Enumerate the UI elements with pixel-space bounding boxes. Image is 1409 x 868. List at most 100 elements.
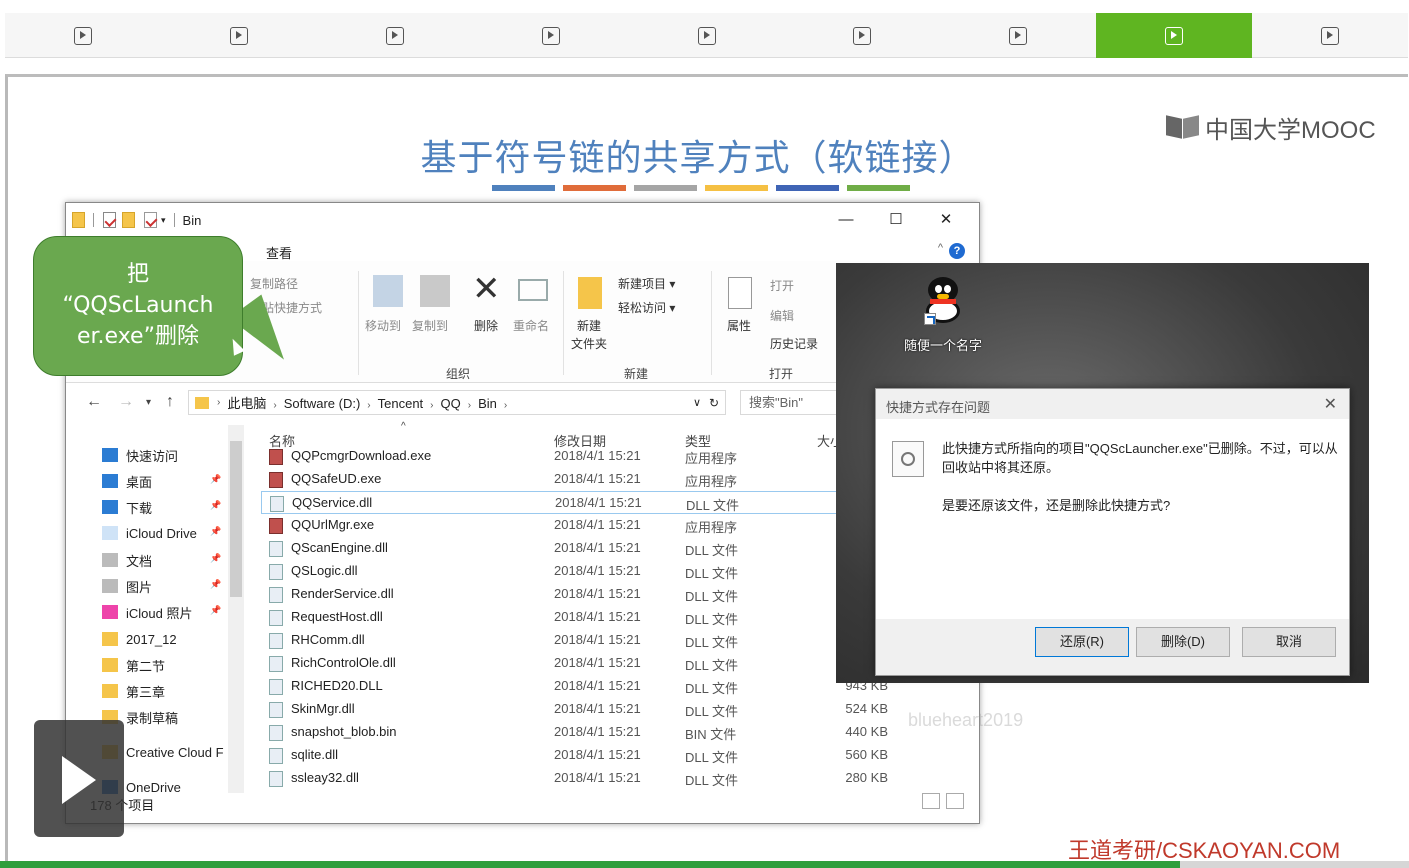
file-type: DLL 文件 bbox=[685, 566, 738, 581]
nav-item[interactable]: iCloud 照片 bbox=[102, 601, 192, 623]
breadcrumb-item[interactable]: 此电脑 bbox=[227, 396, 266, 411]
address-bar[interactable]: › 此电脑 › Software (D:) › Tencent › QQ › Bin › ∨ ↻ bbox=[188, 390, 726, 415]
view-icon[interactable] bbox=[144, 212, 157, 228]
rename-button[interactable]: 重命名 bbox=[513, 317, 549, 334]
nav-item[interactable]: 快速访问 bbox=[102, 444, 178, 466]
title-bar-1 bbox=[492, 185, 555, 191]
progress-bar-played[interactable] bbox=[0, 861, 1180, 868]
nav-item[interactable]: 第三章 bbox=[102, 680, 165, 702]
breadcrumb-chevron-icon[interactable]: › bbox=[430, 400, 433, 411]
lesson-tab-2[interactable] bbox=[161, 13, 317, 58]
file-date: 2018/4/1 15:21 bbox=[554, 770, 641, 785]
new-folder-button-line1[interactable]: 新建 bbox=[577, 317, 601, 334]
breadcrumb-item[interactable]: Bin bbox=[478, 396, 497, 411]
lesson-tab-3[interactable] bbox=[317, 13, 473, 58]
delete-shortcut-button[interactable]: 删除(D) bbox=[1136, 627, 1230, 657]
nav-item-icon bbox=[102, 526, 118, 540]
file-size: 560 KB bbox=[845, 747, 888, 762]
nav-item[interactable]: 文档 bbox=[102, 549, 152, 571]
qq-shortcut-label[interactable]: 随便一个名字 bbox=[904, 335, 982, 354]
lesson-tab-5[interactable] bbox=[629, 13, 785, 58]
dialog-close-icon[interactable]: ✕ bbox=[1324, 394, 1337, 414]
lesson-tab-8[interactable] bbox=[1096, 13, 1253, 58]
history-button[interactable]: 历史记录 bbox=[770, 335, 818, 352]
nav-item[interactable]: 桌面 bbox=[102, 470, 152, 492]
nav-item[interactable]: 图片 bbox=[102, 575, 152, 597]
nav-item-label: 桌面 bbox=[126, 474, 153, 490]
minimize-button[interactable]: — bbox=[823, 207, 869, 233]
large-icons-view-icon[interactable] bbox=[946, 793, 964, 809]
breadcrumb-item[interactable]: QQ bbox=[441, 396, 461, 411]
properties-icon[interactable] bbox=[103, 212, 116, 228]
dll-file-icon bbox=[269, 610, 283, 626]
quick-access-dropdown-icon[interactable]: ▾ bbox=[161, 215, 166, 226]
easy-access-button[interactable]: 轻松访问 ▾ bbox=[618, 299, 675, 316]
nav-item-label: iCloud 照片 bbox=[126, 605, 193, 621]
new-item-button[interactable]: 新建项目 ▾ bbox=[618, 275, 675, 292]
breadcrumb-item[interactable]: Software (D:) bbox=[284, 396, 361, 411]
recent-dropdown-icon[interactable]: ▾ bbox=[146, 397, 151, 408]
nav-item-label: 第二节 bbox=[126, 658, 166, 674]
nav-item[interactable]: 下载 bbox=[102, 496, 152, 518]
file-name: RenderService.dll bbox=[291, 586, 394, 601]
pin-icon: 📌 bbox=[210, 553, 222, 563]
copy-to-button[interactable]: 复制到 bbox=[412, 317, 448, 334]
breadcrumb-chevron-icon[interactable]: › bbox=[504, 400, 507, 411]
details-view-icon[interactable] bbox=[922, 793, 940, 809]
lesson-tab-6[interactable] bbox=[784, 13, 940, 58]
file-date: 2018/4/1 15:21 bbox=[554, 655, 641, 670]
nav-item[interactable]: 第二节 bbox=[102, 654, 165, 676]
qq-shortcut-icon[interactable] bbox=[924, 277, 962, 325]
restore-button[interactable]: 还原(R) bbox=[1035, 627, 1129, 657]
table-row[interactable]: SkinMgr.dll 2018/4/1 15:21 DLL 文件 524 KB bbox=[261, 698, 979, 721]
table-row[interactable]: sqlite.dll 2018/4/1 15:21 DLL 文件 560 KB bbox=[261, 744, 979, 767]
easy-access-label: 轻松访问 bbox=[618, 301, 667, 315]
sort-indicator-icon: ^ bbox=[401, 421, 406, 432]
nav-item-label: OneDrive bbox=[126, 779, 181, 795]
up-arrow-icon[interactable]: ↑ bbox=[166, 393, 174, 411]
dll-file-icon bbox=[269, 564, 283, 580]
nav-item[interactable]: 2017_12 bbox=[102, 628, 177, 650]
collapse-ribbon-icon[interactable]: ^ bbox=[938, 242, 943, 254]
move-to-button[interactable]: 移动到 bbox=[365, 317, 401, 334]
table-row[interactable]: ssleay32.dll 2018/4/1 15:21 DLL 文件 280 KB bbox=[261, 767, 979, 790]
refresh-icon[interactable]: ↻ bbox=[709, 396, 719, 410]
file-type: BIN 文件 bbox=[685, 727, 737, 742]
breadcrumb-chevron-icon[interactable]: › bbox=[367, 400, 370, 411]
maximize-button[interactable]: ☐ bbox=[873, 207, 919, 233]
delete-button[interactable]: 删除 bbox=[474, 317, 498, 334]
file-name: SkinMgr.dll bbox=[291, 701, 355, 716]
file-type: DLL 文件 bbox=[685, 773, 738, 788]
nav-item[interactable]: iCloud Drive bbox=[102, 522, 197, 544]
cancel-button[interactable]: 取消 bbox=[1242, 627, 1336, 657]
table-row[interactable]: snapshot_blob.bin 2018/4/1 15:21 BIN 文件 440… bbox=[261, 721, 979, 744]
new-folder-button-line2[interactable]: 文件夹 bbox=[571, 335, 607, 352]
lesson-tab-7[interactable] bbox=[940, 13, 1096, 58]
copy-path-button[interactable]: 复制路径 bbox=[250, 275, 298, 292]
callout-line3: er.exe”删除 bbox=[77, 324, 199, 349]
file-type: DLL 文件 bbox=[685, 543, 738, 558]
new-folder-icon[interactable] bbox=[122, 212, 135, 228]
open-button[interactable]: 打开 bbox=[770, 277, 794, 294]
tab-view[interactable]: 查看 bbox=[266, 243, 292, 262]
lesson-tab-4[interactable] bbox=[473, 13, 629, 58]
lesson-tab-9[interactable] bbox=[1252, 13, 1408, 58]
progress-bar-remaining[interactable] bbox=[1180, 861, 1409, 868]
help-icon[interactable]: ? bbox=[949, 243, 965, 259]
close-button[interactable]: ✕ bbox=[923, 207, 969, 233]
breadcrumb-chevron-icon[interactable]: › bbox=[468, 400, 471, 411]
nav-scroll-thumb[interactable] bbox=[230, 441, 242, 597]
title-bar-5 bbox=[776, 185, 839, 191]
play-button-icon[interactable] bbox=[34, 720, 124, 837]
file-date: 2018/4/1 15:21 bbox=[554, 586, 641, 601]
address-dropdown-icon[interactable]: ∨ bbox=[693, 396, 701, 409]
forward-arrow-icon[interactable]: → bbox=[118, 393, 134, 411]
lesson-tab-1[interactable] bbox=[5, 13, 161, 58]
exe-file-icon bbox=[269, 472, 283, 488]
group-organize-label: 组织 bbox=[446, 367, 471, 381]
breadcrumb-item[interactable]: Tencent bbox=[378, 396, 424, 411]
properties-button[interactable]: 属性 bbox=[727, 317, 751, 334]
back-arrow-icon[interactable]: ← bbox=[86, 393, 102, 411]
breadcrumb-chevron-icon[interactable]: › bbox=[273, 400, 276, 411]
edit-button[interactable]: 编辑 bbox=[770, 307, 794, 324]
